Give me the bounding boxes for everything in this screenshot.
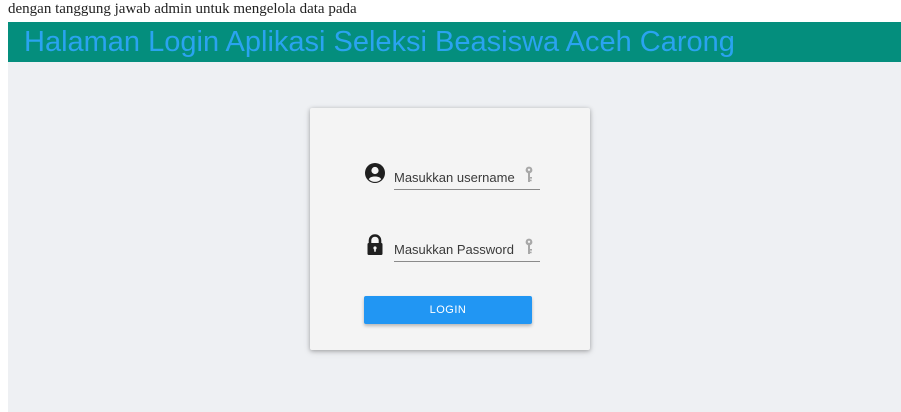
user-circle-icon [364,162,386,184]
page-title: Halaman Login Aplikasi Seleksi Beasiswa … [24,26,735,58]
lock-icon [364,234,386,256]
app-header: Halaman Login Aplikasi Seleksi Beasiswa … [8,22,901,62]
password-input[interactable] [394,238,540,262]
password-field-row [364,232,544,268]
login-card: LOGIN [310,108,590,350]
key-icon[interactable] [524,166,534,184]
key-icon[interactable] [524,238,534,256]
login-button[interactable]: LOGIN [364,296,532,324]
login-page: Halaman Login Aplikasi Seleksi Beasiswa … [8,22,901,412]
username-input[interactable] [394,166,540,190]
page-caption-text: dengan tanggung jawab admin untuk mengel… [8,1,357,17]
username-field-row [364,160,544,196]
